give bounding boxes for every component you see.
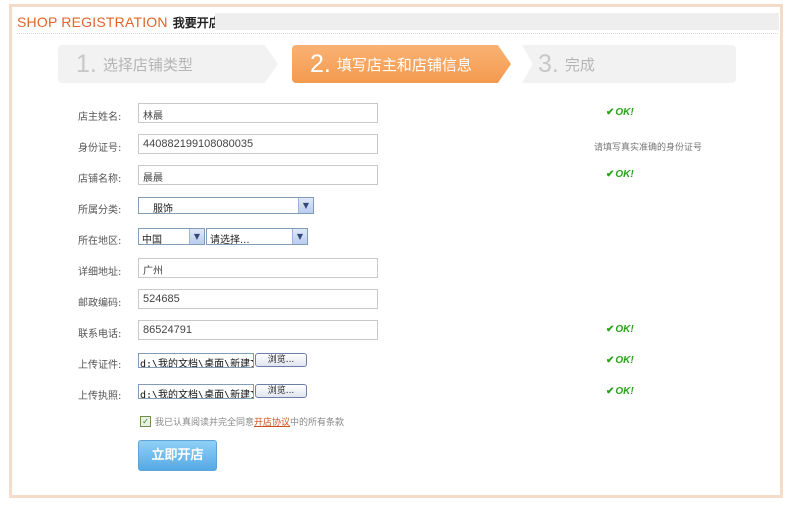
step-1: 1. 选择店铺类型 (58, 45, 278, 83)
open-shop-button[interactable]: 立即开店 (138, 440, 217, 471)
check-icon: ✔ (606, 324, 615, 335)
shop-name-label: 店铺名称: (78, 174, 122, 185)
chevron-down-icon[interactable]: ▼ (298, 198, 313, 213)
province-select[interactable]: 请选择... ▼ (206, 228, 308, 246)
address-label: 详细地址: (78, 267, 122, 278)
row-id-number: 身份证号: 440882199108080035 请填写真实准确的身份证号 (12, 134, 782, 156)
owner-name-label: 店主姓名: (78, 112, 122, 123)
owner-name-input[interactable]: 林晨 (138, 103, 378, 123)
row-region: 所在地区: 中国 ▼ 请选择... ▼ (12, 227, 782, 249)
province-selected: 请选择... (210, 235, 250, 246)
region-label: 所在地区: (78, 236, 122, 247)
agreement-checkbox[interactable]: ✓ (140, 416, 151, 427)
title-bar (215, 13, 779, 30)
category-select[interactable]: 服饰 ▼ (138, 197, 314, 215)
chevron-down-icon[interactable]: ▼ (189, 229, 204, 244)
page-title: SHOP REGISTRATION 我要开店 (17, 13, 221, 31)
chevron-down-icon[interactable]: ▼ (292, 229, 307, 244)
row-address: 详细地址: 广州 (12, 258, 782, 280)
row-owner-name: 店主姓名: 林晨 ✔OK! (12, 103, 782, 125)
step-3: 3. 完成 (522, 45, 736, 83)
row-category: 所属分类: 服饰 ▼ (12, 196, 782, 218)
agreement-suffix: 中的所有条款 (290, 418, 345, 428)
postcode-label: 邮政编码: (78, 298, 122, 309)
check-icon: ✔ (606, 107, 615, 118)
phone-label: 联系电话: (78, 329, 122, 340)
agreement: ✓ 我已认真阅读并完全同意 开店协议 中的所有条款 (140, 415, 344, 428)
check-icon: ✔ (606, 386, 615, 397)
agreement-prefix: 我已认真阅读并完全同意 (155, 418, 255, 428)
step-label: 完成 (564, 55, 595, 74)
registration-panel: SHOP REGISTRATION 我要开店 1. 选择店铺类型 2. 填写店主… (9, 4, 783, 498)
license-upload-path[interactable]: d:\我的文档\桌面\新建文 (138, 384, 254, 399)
postcode-input[interactable]: 524685 (138, 289, 378, 309)
id-number-hint: 请填写真实准确的身份证号 (594, 143, 703, 153)
category-selected: 服饰 (153, 204, 173, 215)
shop-name-input[interactable]: 晨晨 (138, 165, 378, 185)
step-label: 选择店铺类型 (102, 55, 193, 74)
divider (17, 33, 778, 34)
license-upload-browse-button[interactable]: 浏览... (255, 384, 307, 398)
id-number-input[interactable]: 440882199108080035 (138, 134, 378, 154)
country-selected: 中国 (142, 235, 162, 246)
id-upload-browse-button[interactable]: 浏览... (255, 353, 307, 367)
step-number: 3. (538, 49, 559, 78)
title-chinese: 我要开店 (172, 15, 221, 30)
row-postcode: 邮政编码: 524685 (12, 289, 782, 311)
row-phone: 联系电话: 86524791 ✔OK! (12, 320, 782, 342)
step-label: 填写店主和店铺信息 (336, 55, 472, 74)
check-icon: ✔ (606, 169, 615, 180)
phone-ok: ✔OK! (606, 324, 634, 335)
id-upload-ok: ✔OK! (606, 355, 634, 366)
row-id-upload: 上传证件: d:\我的文档\桌面\新建文 浏览... ✔OK! (12, 351, 782, 373)
agreement-link[interactable]: 开店协议 (254, 415, 290, 428)
check-icon: ✔ (606, 355, 615, 366)
row-license-upload: 上传执照: d:\我的文档\桌面\新建文 浏览... ✔OK! (12, 382, 782, 404)
step-number: 2. (310, 49, 331, 78)
row-shop-name: 店铺名称: 晨晨 ✔OK! (12, 165, 782, 187)
country-select[interactable]: 中国 ▼ (138, 228, 205, 246)
license-upload-ok: ✔OK! (606, 386, 634, 397)
id-number-label: 身份证号: (78, 143, 122, 154)
owner-name-ok: ✔OK! (606, 107, 634, 118)
address-input[interactable]: 广州 (138, 258, 378, 278)
title-english: SHOP REGISTRATION (17, 14, 168, 30)
category-label: 所属分类: (78, 205, 122, 216)
shop-name-ok: ✔OK! (606, 169, 634, 180)
id-upload-label: 上传证件: (78, 360, 122, 371)
step-2-active: 2. 填写店主和店铺信息 (292, 45, 511, 83)
step-number: 1. (76, 49, 97, 78)
license-upload-label: 上传执照: (78, 391, 122, 402)
id-upload-path[interactable]: d:\我的文档\桌面\新建文 (138, 353, 254, 368)
phone-input[interactable]: 86524791 (138, 320, 378, 340)
